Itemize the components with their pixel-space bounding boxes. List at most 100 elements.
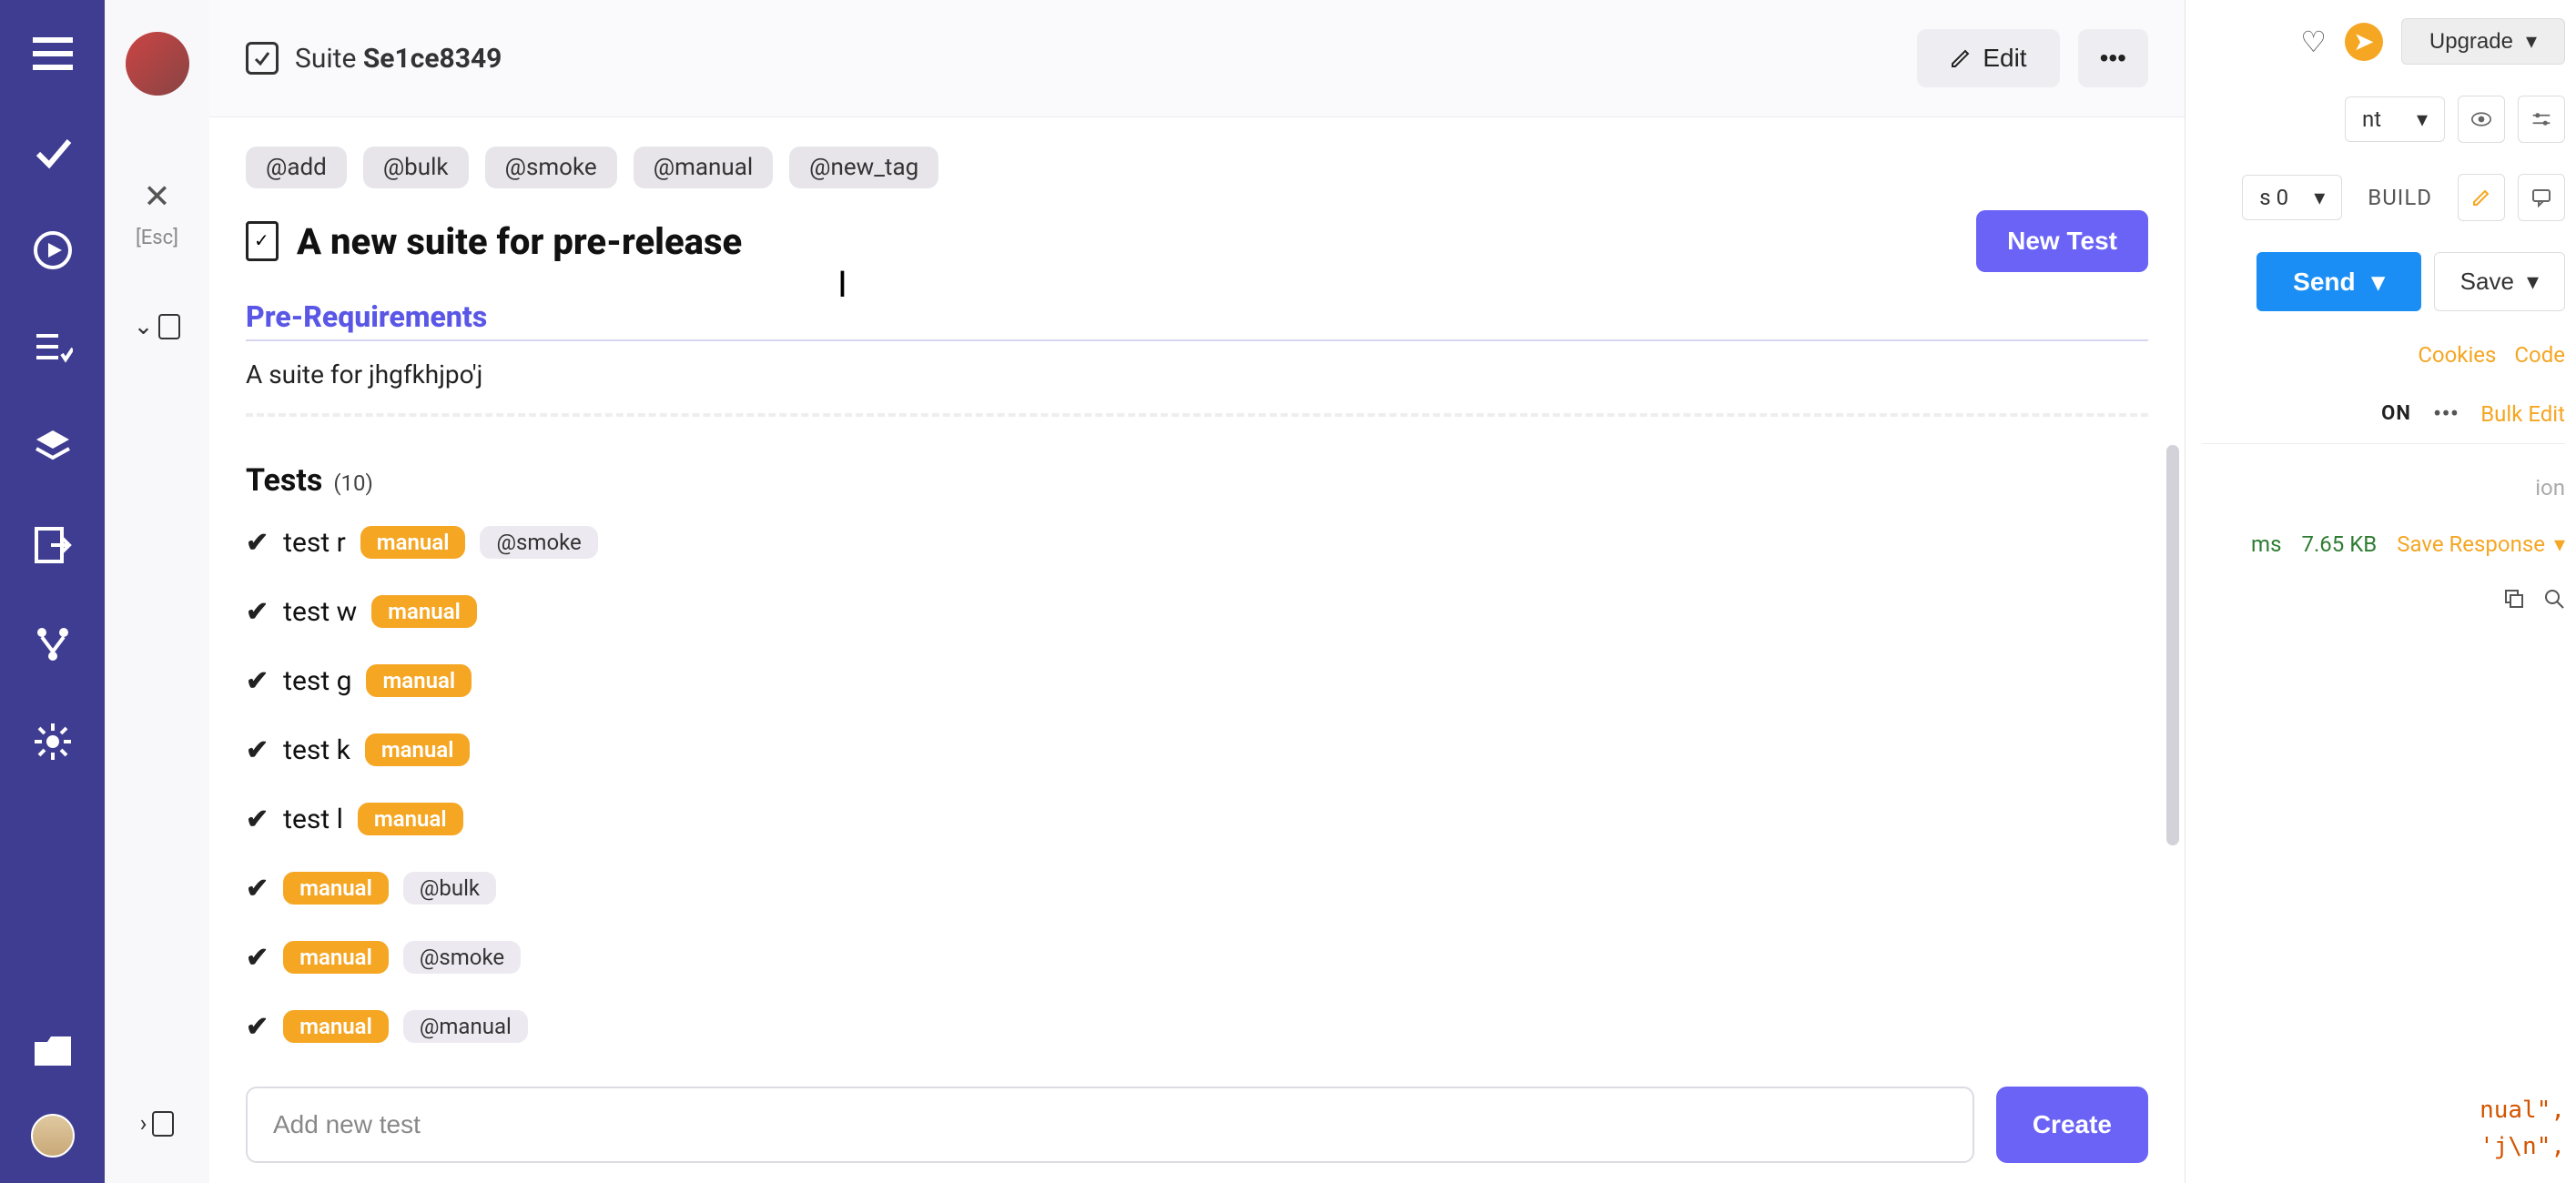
on-label: ON <box>2381 402 2411 425</box>
copy-icon[interactable] <box>2503 588 2525 610</box>
test-tag: @manual <box>403 1010 528 1043</box>
create-button[interactable]: Create <box>1996 1087 2148 1163</box>
manual-pill: manual <box>283 1010 389 1043</box>
manual-pill: manual <box>366 664 472 697</box>
test-name: test w <box>283 596 357 628</box>
test-row[interactable]: ✔ manual @smoke <box>246 941 2148 974</box>
test-row[interactable]: ✔ manual @manual <box>246 1010 2148 1043</box>
chevron-down-icon: ⌄ <box>134 313 154 340</box>
suite-title: A new suite for pre-release <box>297 220 742 263</box>
suite-header: Suite Se1ce8349 Edit ••• <box>209 0 2185 117</box>
layers-nav-icon[interactable] <box>31 425 75 469</box>
pencil-icon <box>1950 47 1972 69</box>
edit-button[interactable]: Edit <box>1917 29 2059 87</box>
response-time: ms <box>2251 531 2281 557</box>
chevron-down-icon: ▾ <box>2554 531 2565 557</box>
dots-icon: ••• <box>2100 44 2126 72</box>
tag-manual[interactable]: @manual <box>634 147 773 188</box>
project-avatar[interactable] <box>126 32 189 96</box>
rocket-icon[interactable]: ➤ <box>2345 23 2383 61</box>
save-response-link[interactable]: Save Response ▾ <box>2397 531 2565 557</box>
checklist-nav-icon[interactable] <box>31 327 75 370</box>
manual-pill: manual <box>283 941 389 974</box>
suite-id: Se1ce8349 <box>363 43 502 75</box>
new-test-button[interactable]: New Test <box>1976 210 2148 272</box>
tag-add[interactable]: @add <box>246 147 347 188</box>
save-button[interactable]: Save ▾ <box>2434 252 2565 311</box>
tests-label: Tests <box>246 462 322 499</box>
check-nav-icon[interactable] <box>31 130 75 174</box>
response-body-fragment: nual", 'j\n", <box>2202 1092 2565 1165</box>
bulk-edit-link[interactable]: Bulk Edit <box>2480 401 2565 427</box>
edit-pencil-icon[interactable] <box>2458 174 2505 221</box>
more-dots[interactable]: ••• <box>2433 399 2459 429</box>
suite-icon <box>246 42 279 75</box>
more-button[interactable]: ••• <box>2078 29 2148 87</box>
test-tag: @smoke <box>403 941 521 974</box>
check-icon: ✔ <box>246 734 269 766</box>
test-row[interactable]: ✔ test w manual <box>246 595 2148 628</box>
app-sidebar <box>0 0 105 1183</box>
tags-row: @add @bulk @smoke @manual @new_tag <box>246 147 2148 188</box>
eye-icon[interactable] <box>2458 96 2505 143</box>
iteration-select[interactable]: s 0 ▾ <box>2242 175 2342 220</box>
check-icon: ✔ <box>246 873 269 905</box>
manual-pill: manual <box>358 803 463 835</box>
test-name: test g <box>283 665 351 697</box>
test-row[interactable]: ✔ test l manual <box>246 803 2148 835</box>
scrollbar-thumb[interactable] <box>2166 445 2179 845</box>
search-icon[interactable] <box>2543 588 2565 610</box>
settings-nav-icon[interactable] <box>31 720 75 763</box>
user-avatar[interactable] <box>31 1114 75 1158</box>
sliders-icon[interactable] <box>2518 96 2565 143</box>
test-row[interactable]: ✔ test g manual <box>246 664 2148 697</box>
tests-list: ✔ test r manual @smoke ✔ test w manual ✔… <box>246 526 2148 1043</box>
tag-bulk[interactable]: @bulk <box>363 147 469 188</box>
manual-pill: manual <box>283 872 389 905</box>
menu-icon[interactable] <box>31 32 75 76</box>
prereq-text: A suite for jhgfkhjpo'j <box>246 341 2148 417</box>
environment-select[interactable]: nt ▾ <box>2345 96 2445 142</box>
test-row[interactable]: ✔ manual @bulk <box>246 872 2148 905</box>
check-icon: ✔ <box>246 942 269 974</box>
test-row[interactable]: ✔ test r manual @smoke <box>246 526 2148 559</box>
suite-prefix: Suite <box>295 43 356 75</box>
response-size: 7.65 KB <box>2301 531 2377 557</box>
check-icon: ✔ <box>246 665 269 697</box>
manual-pill: manual <box>360 526 466 559</box>
build-label: BUILD <box>2355 185 2445 210</box>
test-name: test l <box>283 804 343 835</box>
upgrade-button[interactable]: Upgrade ▾ <box>2401 18 2565 65</box>
test-tag: @bulk <box>403 872 496 905</box>
close-icon[interactable]: ✕ <box>143 177 170 216</box>
test-tag: @smoke <box>480 526 597 559</box>
tree-expand-bottom[interactable]: › <box>140 1110 175 1138</box>
edit-label: Edit <box>1983 44 2026 73</box>
api-client-panel: ♡ ➤ Upgrade ▾ nt ▾ s 0 ▾ BUILD <box>2185 0 2576 1183</box>
chevron-down-icon: ▾ <box>2526 28 2537 55</box>
tag-smoke[interactable]: @smoke <box>485 147 617 188</box>
folder-nav-icon[interactable] <box>31 1029 75 1073</box>
tree-panel: ✕ [Esc] ⌄ › <box>105 0 209 1183</box>
tag-newtag[interactable]: @new_tag <box>789 147 938 188</box>
chevron-right-icon: › <box>140 1110 147 1138</box>
branch-nav-icon[interactable] <box>31 622 75 665</box>
check-icon: ✔ <box>246 527 269 559</box>
tests-count: (10) <box>333 470 373 496</box>
comment-icon[interactable] <box>2518 174 2565 221</box>
tree-expand-top[interactable]: ⌄ <box>134 313 181 340</box>
cookies-link[interactable]: Cookies <box>2418 342 2496 368</box>
heart-icon[interactable]: ♡ <box>2300 25 2327 59</box>
play-nav-icon[interactable] <box>31 228 75 272</box>
chevron-down-icon: ▾ <box>2372 267 2385 297</box>
test-name: test k <box>283 734 350 766</box>
chevron-down-icon: ▾ <box>2314 185 2325 210</box>
import-nav-icon[interactable] <box>31 523 75 567</box>
doc-icon <box>246 221 279 261</box>
send-button[interactable]: Send ▾ <box>2257 252 2421 311</box>
code-link[interactable]: Code <box>2514 342 2565 368</box>
chevron-down-icon: ▾ <box>2527 268 2539 296</box>
check-icon: ✔ <box>246 1011 269 1043</box>
add-test-input[interactable] <box>246 1087 1974 1163</box>
test-row[interactable]: ✔ test k manual <box>246 733 2148 766</box>
